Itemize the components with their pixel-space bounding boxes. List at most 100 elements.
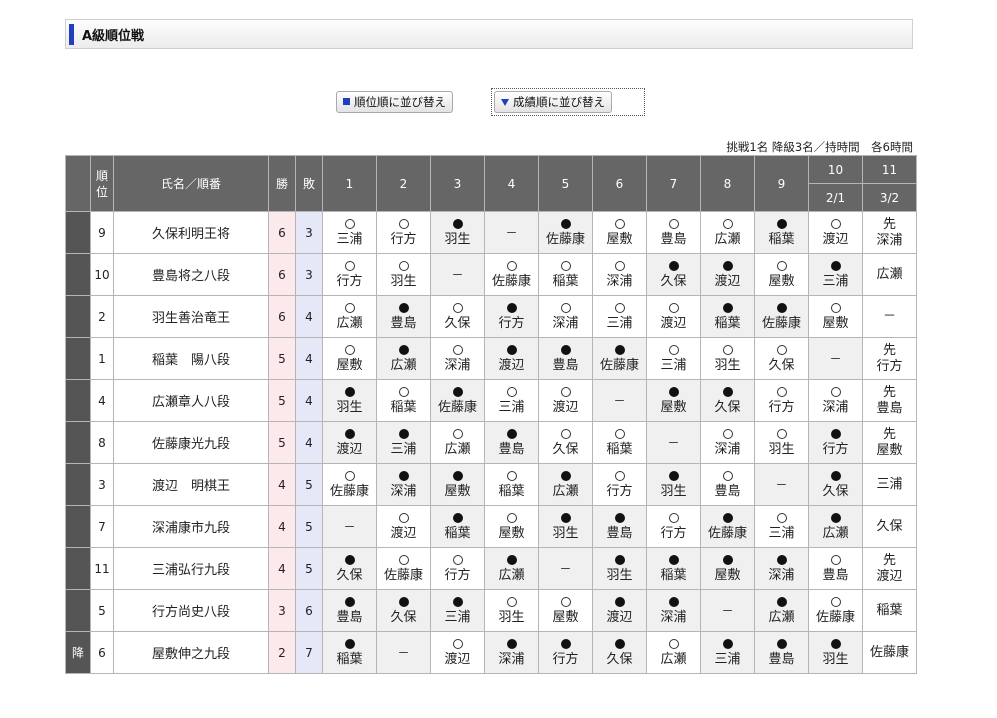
- win-circle-icon: [701, 470, 754, 484]
- losses-cell: 5: [295, 505, 323, 548]
- opponent-name: 三浦: [714, 651, 741, 667]
- filled-circle-icon: [344, 386, 355, 397]
- sort-by-score-button[interactable]: 成績順に並び替え: [494, 91, 612, 113]
- filled-circle-icon: [560, 218, 571, 229]
- game-cell: 深浦: [646, 589, 701, 632]
- opponent-name: 稲葉: [606, 441, 633, 457]
- opponent-name: 行方: [336, 273, 363, 289]
- game-cell: 広瀬: [646, 631, 701, 674]
- game-cell: 羽生: [592, 547, 647, 590]
- filled-circle-icon: [398, 470, 409, 481]
- opponent-name: 佐藤康: [491, 273, 531, 289]
- opponent-name: 三浦: [444, 609, 471, 625]
- table-row: 3 渡辺 明棋王 4 5 佐藤康 深浦 屋敷 稲葉 広瀬 行方 羽生 豊島 － 久保 三浦: [65, 463, 917, 506]
- game-cell: 豊島: [376, 295, 431, 338]
- opponent-name: 羽生: [606, 567, 633, 583]
- filled-circle-icon: [776, 554, 787, 565]
- open-circle-icon: [506, 596, 517, 607]
- loss-circle-icon: [593, 596, 646, 610]
- game-cell: －: [484, 211, 539, 254]
- opponent-name: 行方: [390, 231, 417, 247]
- sort-by-rank-button[interactable]: 順位順に並び替え: [336, 91, 453, 113]
- bye-dash: －: [775, 478, 788, 492]
- opponent-name: 羽生: [498, 609, 525, 625]
- opponent-name: 羽生: [714, 357, 741, 373]
- opponent-name: 羽生: [444, 231, 471, 247]
- scheduled-opponent: 久保: [876, 518, 903, 534]
- opponent-name: 行方: [606, 483, 633, 499]
- player-name: 羽生善治竜王: [113, 295, 269, 338]
- opponent-name: 佐藤康: [761, 315, 801, 331]
- scheduled-opponent: 佐藤康: [869, 644, 909, 660]
- player-name: 豊島将之八段: [113, 253, 269, 296]
- loss-circle-icon: [647, 260, 700, 274]
- header-round-5: 5: [538, 155, 593, 212]
- wins-cell: 6: [268, 295, 296, 338]
- loss-circle-icon: [539, 344, 592, 358]
- filled-circle-icon: [506, 554, 517, 565]
- filled-circle-icon: [398, 302, 409, 313]
- opponent-name: 広瀬: [498, 567, 525, 583]
- filled-circle-icon: [614, 596, 625, 607]
- loss-circle-icon: [701, 386, 754, 400]
- open-circle-icon: [776, 344, 787, 355]
- game-cell: 豊島: [484, 421, 539, 464]
- relegation-mark: [65, 337, 91, 380]
- bye-dash: －: [559, 562, 572, 576]
- wins-cell: 6: [268, 211, 296, 254]
- losses-cell: 4: [295, 421, 323, 464]
- table-row: 5 行方尚史八段 3 6 豊島 久保 三浦 羽生 屋敷 渡辺 深浦 － 広瀬 佐藤康 稲葉: [65, 589, 917, 632]
- opponent-name: 豊島: [606, 525, 633, 541]
- open-circle-icon: [830, 596, 841, 607]
- game-cell: 稲葉: [430, 505, 485, 548]
- game-cell: 羽生: [754, 421, 809, 464]
- player-name: 渡辺 明棋王: [113, 463, 269, 506]
- relegation-mark: [65, 253, 91, 296]
- filled-circle-icon: [722, 386, 733, 397]
- opponent-name: 羽生: [768, 441, 795, 457]
- game-cell: 渡辺: [700, 253, 755, 296]
- win-circle-icon: [539, 596, 592, 610]
- opponent-name: 佐藤康: [383, 567, 423, 583]
- filled-circle-icon: [668, 470, 679, 481]
- game-cell: 佐藤康: [322, 463, 377, 506]
- relegation-mark: 降: [65, 631, 91, 674]
- opponent-name: 羽生: [336, 399, 363, 415]
- opponent-name: 佐藤康: [545, 231, 585, 247]
- opponent-name: 豊島: [390, 315, 417, 331]
- open-circle-icon: [344, 302, 355, 313]
- loss-circle-icon: [431, 470, 484, 484]
- relegation-mark: [65, 505, 91, 548]
- game-cell: 深浦: [808, 379, 863, 422]
- rank-cell: 5: [90, 589, 114, 632]
- game-cell: 豊島: [322, 589, 377, 632]
- rank-cell: 9: [90, 211, 114, 254]
- opponent-name: 行方: [822, 441, 849, 457]
- filled-circle-icon: [398, 596, 409, 607]
- wins-cell: 6: [268, 253, 296, 296]
- game-cell: 広瀬: [430, 421, 485, 464]
- open-circle-icon: [614, 260, 625, 271]
- loss-circle-icon: [377, 470, 430, 484]
- game-cell: 先 深浦: [862, 211, 917, 254]
- header-round-4: 4: [484, 155, 539, 212]
- losses-cell: 5: [295, 547, 323, 590]
- relegation-mark: [65, 463, 91, 506]
- filled-circle-icon: [722, 638, 733, 649]
- game-cell: 久保: [700, 379, 755, 422]
- loss-circle-icon: [755, 302, 808, 316]
- game-cell: 稲葉: [376, 379, 431, 422]
- game-cell: －: [322, 505, 377, 548]
- header-round-11: 11: [862, 155, 917, 184]
- table-row: 10 豊島将之八段 6 3 行方 羽生 － 佐藤康 稲葉 深浦 久保 渡辺 屋敷 三浦 広瀬: [65, 253, 917, 296]
- game-cell: －: [646, 421, 701, 464]
- opponent-name: 三浦: [336, 231, 363, 247]
- loss-circle-icon: [323, 554, 376, 568]
- filled-circle-icon: [560, 638, 571, 649]
- opponent-name: 稲葉: [336, 651, 363, 667]
- scheduled-opponent: －: [882, 308, 896, 324]
- win-circle-icon: [323, 344, 376, 358]
- open-circle-icon: [560, 596, 571, 607]
- game-cell: 渡辺: [808, 211, 863, 254]
- win-circle-icon: [593, 218, 646, 232]
